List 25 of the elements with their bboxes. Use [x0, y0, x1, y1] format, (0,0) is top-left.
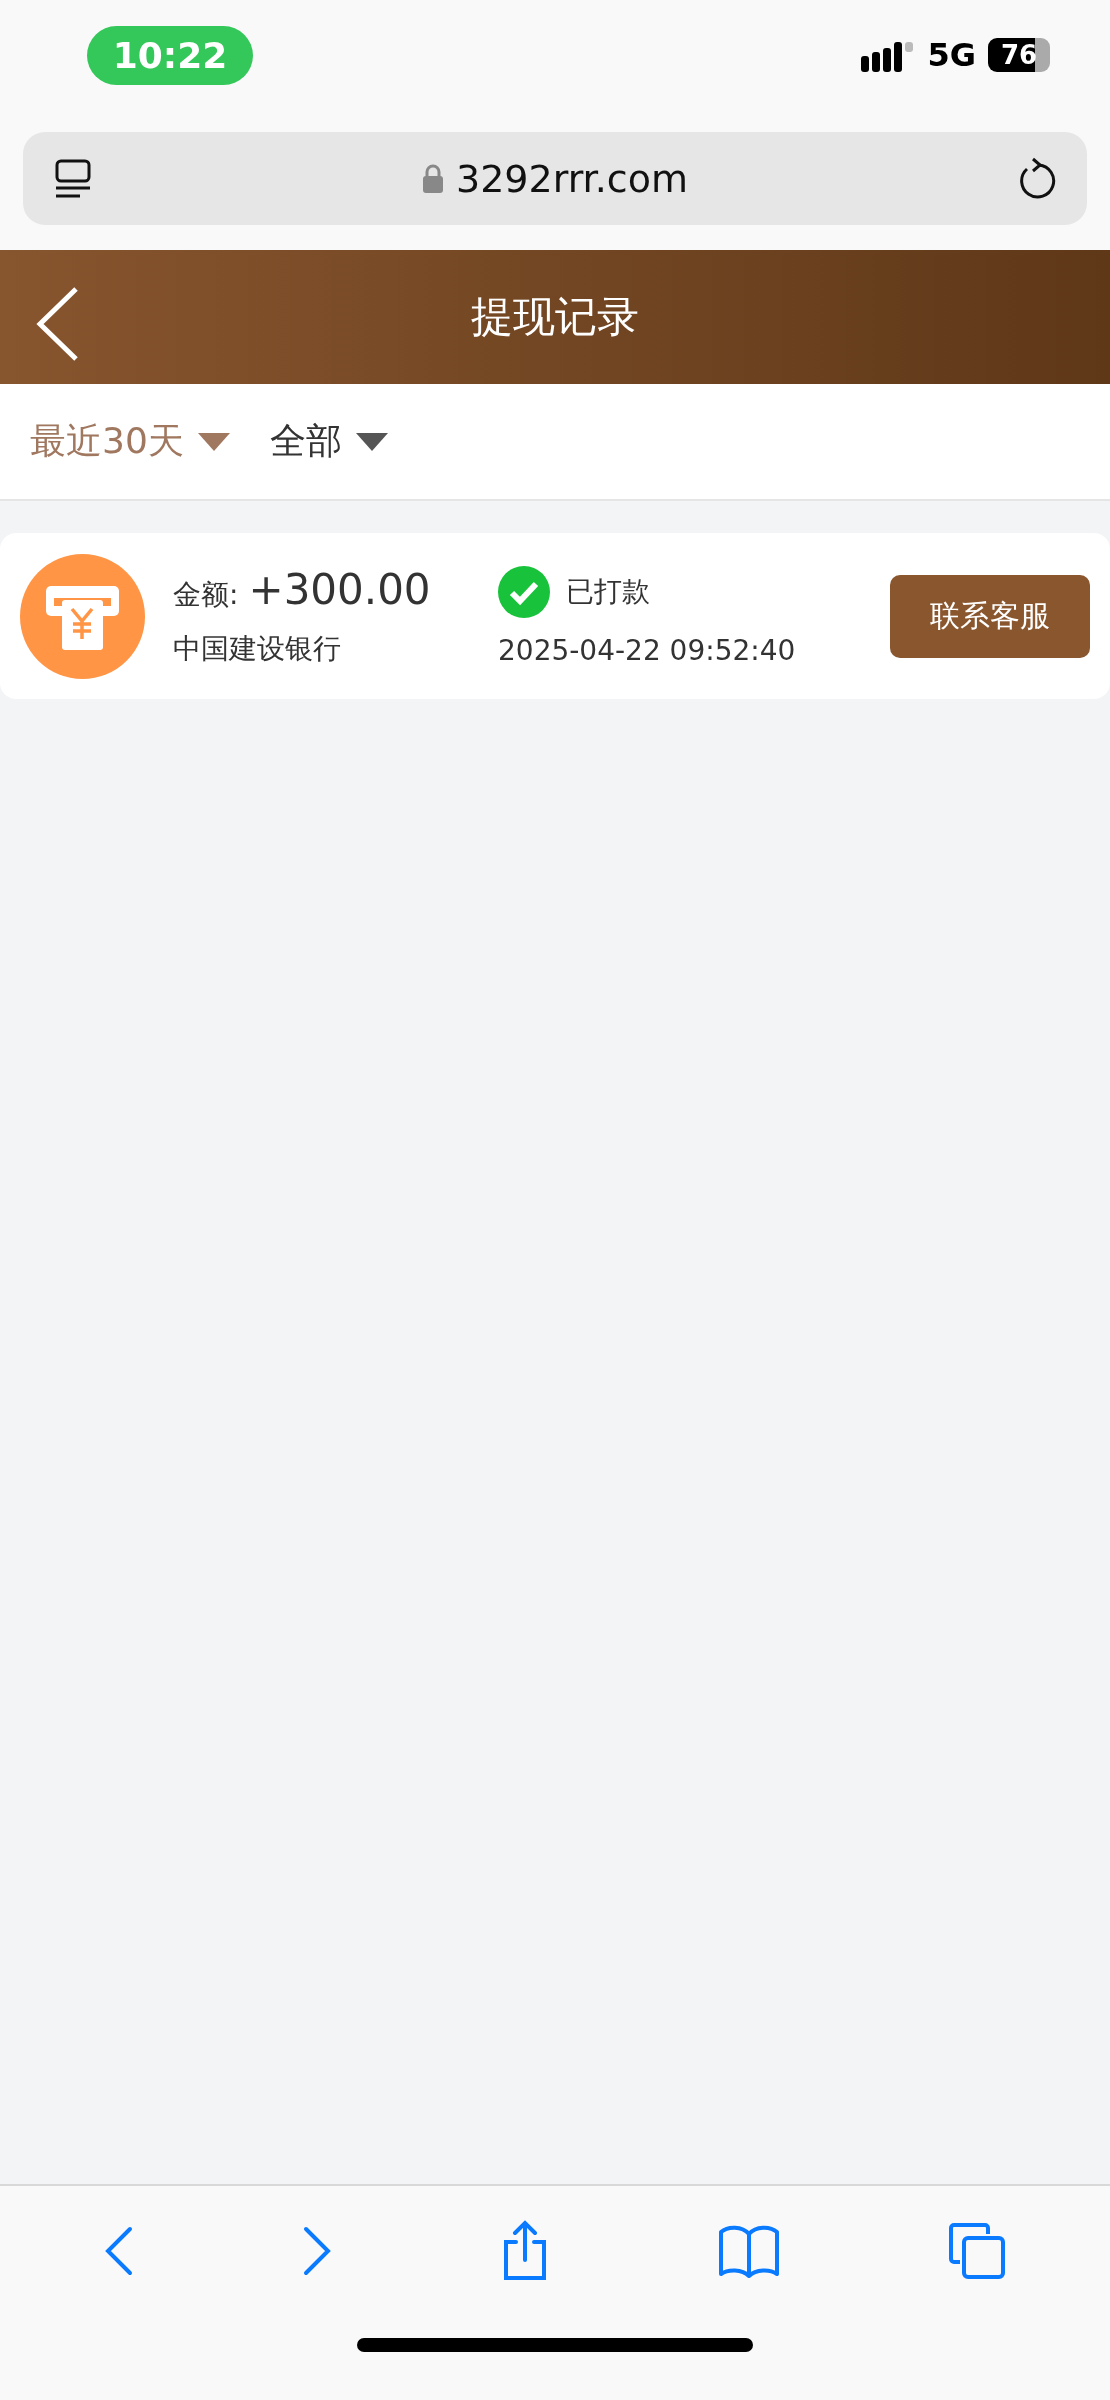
amount-label: 金额: — [173, 576, 239, 613]
network-label: 5G — [927, 36, 976, 74]
reload-icon[interactable] — [1017, 156, 1057, 201]
page-title: 提现记录 — [471, 291, 639, 343]
book-icon[interactable] — [718, 2224, 780, 2278]
caret-icon — [197, 432, 230, 451]
record-time: 2025-04-22 09:52:40 — [498, 633, 796, 667]
filter-dropdown[interactable]: 最近30天 — [30, 417, 230, 466]
amount-value: +300.00 — [248, 564, 431, 614]
atm-icon — [20, 553, 145, 679]
status-time: 10:22 — [87, 25, 253, 85]
bank-name: 中国建设银行 — [173, 630, 342, 667]
forward-icon[interactable] — [302, 2226, 332, 2276]
url-text: 3292rrr.com — [456, 156, 688, 201]
address-bar[interactable]: 3292rrr.com — [23, 132, 1087, 225]
lock-icon — [422, 163, 444, 194]
back-icon[interactable] — [104, 2226, 134, 2276]
caret-icon — [355, 432, 388, 451]
tabs-icon[interactable] — [948, 2222, 1006, 2280]
contact-service-button[interactable]: 联系客服 — [890, 574, 1090, 658]
back-icon[interactable] — [36, 286, 80, 362]
check-icon — [498, 565, 550, 618]
reader-icon[interactable] — [53, 157, 93, 200]
filter-dropdown[interactable]: 全部 — [269, 417, 388, 466]
status-label: 已打款 — [566, 573, 650, 610]
